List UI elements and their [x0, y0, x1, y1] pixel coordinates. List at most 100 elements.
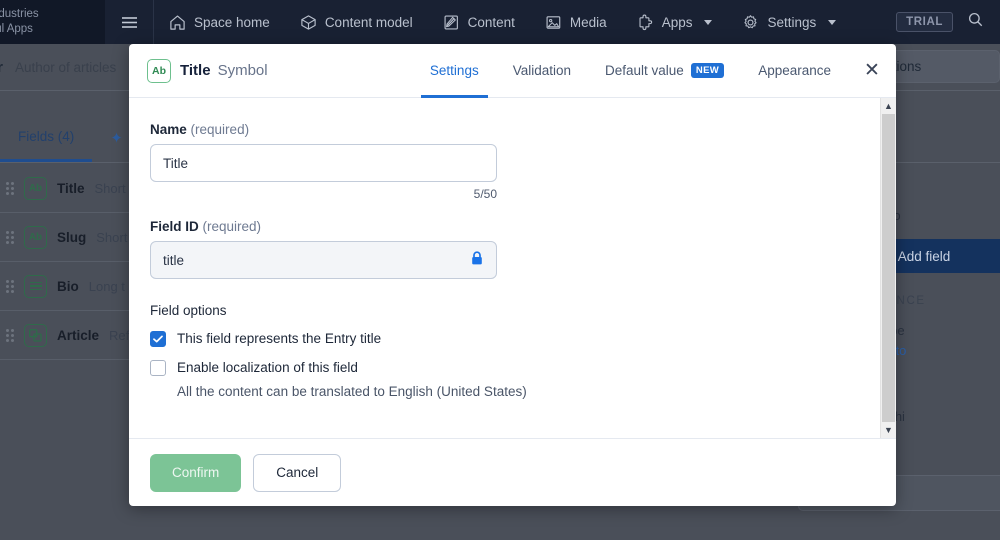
tab-validation[interactable]: Validation	[496, 44, 588, 98]
trial-badge[interactable]: TRIAL	[896, 12, 953, 32]
option-entry-title[interactable]: This field represents the Entry title	[150, 330, 880, 347]
tab-settings-label: Settings	[429, 63, 479, 78]
field-name: Slug	[57, 229, 87, 245]
name-label-text: Name	[150, 122, 187, 137]
field-id-label: Field ID (required)	[150, 219, 880, 234]
field-name: Title	[57, 180, 85, 196]
tab-fields-label: Fields (4)	[18, 129, 75, 144]
drag-handle-icon[interactable]	[6, 181, 14, 195]
nav-item-content[interactable]: Content	[428, 0, 530, 44]
modal-footer: Confirm Cancel	[129, 438, 896, 506]
field-id-label-text: Field ID	[150, 219, 199, 234]
home-icon	[169, 14, 186, 31]
tab-default-value[interactable]: Default value NEW	[588, 44, 741, 98]
nav-right-group: TRIAL	[896, 11, 1000, 33]
chevron-down-icon	[828, 19, 837, 25]
field-id-input[interactable]: title	[150, 241, 497, 279]
field-type: Long t	[88, 278, 125, 294]
search-icon[interactable]	[967, 11, 984, 33]
option-localization[interactable]: Enable localization of this field All th…	[150, 359, 880, 400]
drag-handle-icon[interactable]	[6, 279, 14, 293]
short-text-icon-label: Ab	[28, 182, 43, 194]
reference-icon	[24, 323, 47, 347]
name-char-counter: 5/50	[473, 187, 497, 201]
nav-item-media[interactable]: Media	[530, 0, 622, 44]
nav-item-settings[interactable]: Settings	[727, 0, 851, 44]
short-text-icon: Ab	[147, 58, 171, 83]
tab-settings[interactable]: Settings	[413, 44, 496, 98]
short-text-icon: Ab	[24, 225, 47, 249]
chevron-up-icon[interactable]: ▲	[880, 98, 896, 114]
name-input[interactable]: Title	[150, 144, 497, 182]
nav-label: Settings	[767, 14, 817, 30]
modal-body: Name (required) Title 5/50 Field ID (req…	[129, 98, 896, 438]
field-name: Article	[57, 327, 100, 343]
name-label: Name (required)	[150, 122, 880, 137]
short-text-icon-label: Ab	[152, 64, 166, 77]
option-localization-help: All the content can be translated to Eng…	[177, 384, 527, 399]
checkbox-checked-icon[interactable]	[150, 331, 166, 347]
settings-form: Name (required) Title 5/50 Field ID (req…	[129, 98, 880, 438]
add-field-label: Add field	[897, 248, 951, 264]
new-badge: NEW	[690, 63, 725, 78]
modal-title: Title	[180, 62, 211, 79]
nav-item-space-home[interactable]: Space home	[154, 0, 285, 44]
short-text-icon-label: Ab	[28, 231, 43, 243]
field-name: Bio	[57, 278, 79, 294]
sparkle-icon: ✦	[110, 130, 123, 147]
tab-appearance[interactable]: Appearance	[741, 44, 848, 98]
field-settings-modal: Ab Title Symbol Settings Validation Defa…	[129, 44, 896, 506]
drag-handle-icon[interactable]	[6, 328, 14, 342]
short-text-icon: Ab	[24, 176, 47, 200]
lock-icon[interactable]	[470, 251, 484, 269]
org-name-line-1: ndustries	[0, 8, 39, 20]
nav-label: Space home	[194, 14, 270, 30]
field-type: Short	[94, 180, 126, 196]
modal-subtitle: Symbol	[217, 62, 268, 79]
org-name-line-2: ful Apps	[0, 23, 33, 35]
nav-item-apps[interactable]: Apps	[622, 0, 728, 44]
chevron-down-icon	[704, 19, 713, 25]
modal-scrollbar[interactable]: ▲ ▼	[880, 98, 896, 438]
field-type: Ref	[109, 327, 130, 343]
field-id-value: title	[163, 252, 185, 268]
cube-icon	[300, 14, 317, 31]
drag-handle-icon[interactable]	[6, 230, 14, 244]
puzzle-icon	[637, 14, 654, 31]
nav-label: Apps	[661, 14, 693, 30]
breadcrumb-subtitle: Author of articles	[15, 59, 117, 75]
long-text-icon	[24, 274, 47, 298]
scrollbar-thumb[interactable]	[882, 114, 895, 422]
confirm-button[interactable]: Confirm	[150, 453, 242, 492]
option-entry-title-label: This field represents the Entry title	[177, 331, 382, 346]
field-id-required-text: (required)	[202, 219, 262, 234]
modal-header: Ab Title Symbol Settings Validation Defa…	[129, 44, 896, 98]
image-icon	[545, 14, 562, 31]
close-icon[interactable]: ✕	[848, 44, 896, 98]
pen-page-icon	[443, 14, 460, 31]
top-navigation-bar: ndustries ful Apps Space home Content mo…	[0, 0, 1000, 44]
hamburger-icon[interactable]	[105, 0, 153, 44]
nav-item-content-model[interactable]: Content model	[285, 0, 428, 44]
option-localization-label: Enable localization of this field	[177, 360, 358, 375]
tab-default-value-label: Default value	[605, 63, 684, 78]
field-options-title: Field options	[150, 303, 227, 318]
organization-switcher[interactable]: ndustries ful Apps	[0, 0, 105, 44]
name-required-text: (required)	[190, 122, 250, 137]
nav-label: Content model	[324, 14, 413, 30]
nav-label: Content	[467, 14, 515, 30]
nav-label: Media	[569, 14, 607, 30]
checkbox-unchecked-icon[interactable]	[150, 360, 166, 376]
breadcrumb-title: or	[0, 58, 3, 76]
option-localization-text: Enable localization of this field All th…	[177, 359, 527, 400]
cancel-button[interactable]: Cancel	[253, 453, 342, 492]
modal-tabs: Settings Validation Default value NEW Ap…	[413, 44, 848, 98]
app-root: or Author of articles Edit Actions Field…	[0, 0, 1000, 540]
tab-fields[interactable]: Fields (4)	[0, 114, 93, 162]
nav-items: Space home Content model Content Media A…	[154, 0, 896, 44]
tab-appearance-label: Appearance	[758, 63, 831, 78]
gear-icon	[742, 14, 759, 31]
tab-validation-label: Validation	[512, 63, 571, 78]
chevron-down-icon[interactable]: ▼	[880, 422, 896, 438]
field-type: Short	[96, 229, 128, 245]
